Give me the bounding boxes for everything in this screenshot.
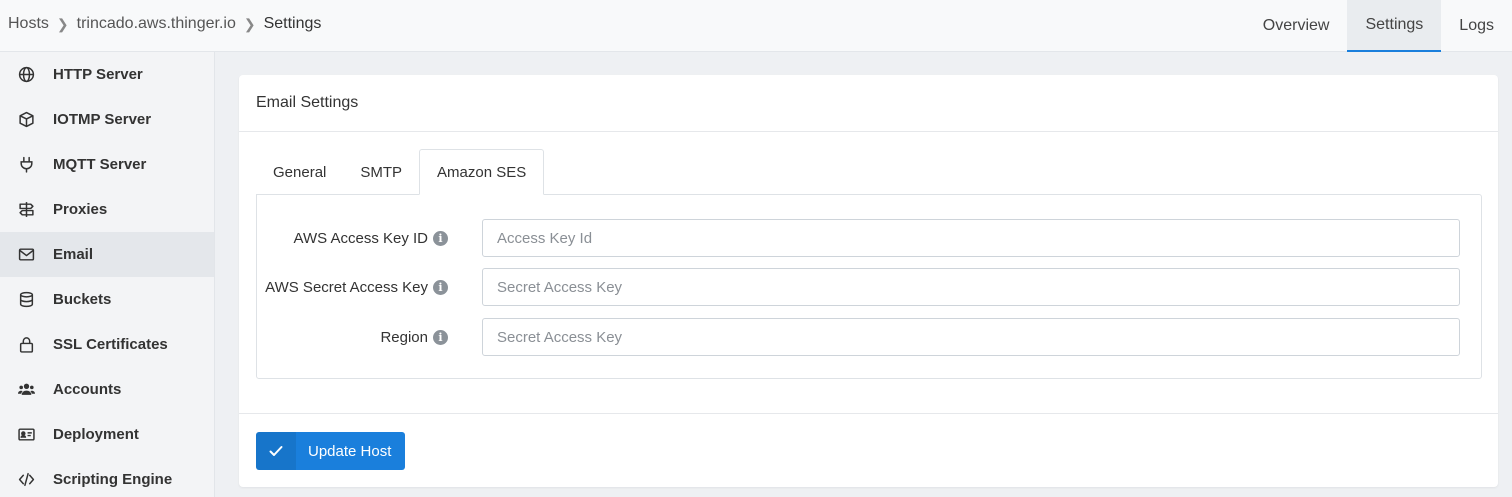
sidebar-item-label: Scripting Engine xyxy=(53,471,173,488)
sidebar-item-proxies[interactable]: Proxies xyxy=(0,187,214,232)
sidebar-item-email[interactable]: Email xyxy=(0,232,214,277)
amazon-ses-pane: AWS Access Key ID i AWS Secret Access Ke… xyxy=(256,194,1482,379)
email-settings-card: Email Settings General SMTP Amazon SES A… xyxy=(239,75,1498,487)
update-host-button[interactable]: Update Host xyxy=(256,432,405,470)
aws-access-key-id-input[interactable] xyxy=(482,219,1460,257)
chevron-right-icon: ❯ xyxy=(243,15,256,32)
database-icon xyxy=(16,290,36,310)
sidebar-item-ssl-certificates[interactable]: SSL Certificates xyxy=(0,322,214,367)
tab-overview[interactable]: Overview xyxy=(1245,0,1348,52)
breadcrumb: Hosts ❯ trincado.aws.thinger.io ❯ Settin… xyxy=(8,0,321,48)
users-icon xyxy=(16,380,36,400)
card-title: Email Settings xyxy=(239,75,1498,132)
breadcrumb-current: Settings xyxy=(263,15,322,32)
field-label: AWS Access Key ID xyxy=(293,229,428,247)
info-icon[interactable]: i xyxy=(433,230,448,246)
sidebar-item-buckets[interactable]: Buckets xyxy=(0,277,214,322)
id-card-icon xyxy=(16,425,36,445)
sidebar-item-deployment[interactable]: Deployment xyxy=(0,412,214,457)
tab-logs[interactable]: Logs xyxy=(1441,0,1512,52)
signpost-icon xyxy=(16,200,36,220)
code-icon xyxy=(16,470,36,490)
sidebar-item-label: Email xyxy=(53,246,94,263)
sidebar-item-label: IOTMP Server xyxy=(53,111,152,128)
sidebar: HTTP Server IOTMP Server MQTT Server Pro… xyxy=(0,52,215,497)
field-label: Region xyxy=(380,328,428,346)
globe-icon xyxy=(16,65,36,85)
card-footer: Update Host xyxy=(239,413,1498,487)
cube-icon xyxy=(16,110,36,130)
form-row-secret-key: AWS Secret Access Key i xyxy=(257,268,1483,306)
sidebar-item-label: SSL Certificates xyxy=(53,336,168,353)
top-bar: Hosts ❯ trincado.aws.thinger.io ❯ Settin… xyxy=(0,0,1512,52)
lock-icon xyxy=(16,335,36,355)
field-label: AWS Secret Access Key xyxy=(265,278,428,296)
sidebar-item-mqtt-server[interactable]: MQTT Server xyxy=(0,142,214,187)
info-icon[interactable]: i xyxy=(433,329,448,345)
sidebar-item-iotmp-server[interactable]: IOTMP Server xyxy=(0,97,214,142)
tab-settings[interactable]: Settings xyxy=(1347,0,1442,52)
form-row-region: Region i xyxy=(257,318,1483,356)
sidebar-item-label: MQTT Server xyxy=(53,156,147,173)
sidebar-item-label: HTTP Server xyxy=(53,66,143,83)
breadcrumb-hosts[interactable]: Hosts xyxy=(8,15,49,33)
sidebar-item-accounts[interactable]: Accounts xyxy=(0,367,214,412)
sidebar-item-label: Deployment xyxy=(53,426,139,443)
chevron-right-icon: ❯ xyxy=(56,15,69,32)
tab-smtp[interactable]: SMTP xyxy=(343,149,419,195)
info-icon[interactable]: i xyxy=(433,279,448,295)
email-tabs: General SMTP Amazon SES xyxy=(256,149,545,195)
sidebar-item-label: Buckets xyxy=(53,291,112,308)
region-input[interactable] xyxy=(482,318,1460,356)
sidebar-item-label: Accounts xyxy=(53,381,122,398)
aws-secret-access-key-input[interactable] xyxy=(482,268,1460,306)
top-tabs: Overview Settings Logs xyxy=(1245,0,1512,52)
sidebar-item-scripting-engine[interactable]: Scripting Engine xyxy=(0,457,214,497)
plug-icon xyxy=(16,155,36,175)
breadcrumb-host[interactable]: trincado.aws.thinger.io xyxy=(77,15,236,33)
check-icon xyxy=(256,432,296,470)
tab-general[interactable]: General xyxy=(256,149,343,195)
form-row-access-key: AWS Access Key ID i xyxy=(257,219,1483,257)
sidebar-item-http-server[interactable]: HTTP Server xyxy=(0,52,214,97)
update-host-label: Update Host xyxy=(308,442,392,460)
tab-amazon-ses[interactable]: Amazon SES xyxy=(419,149,545,195)
envelope-icon xyxy=(16,245,36,265)
sidebar-item-label: Proxies xyxy=(53,201,108,218)
